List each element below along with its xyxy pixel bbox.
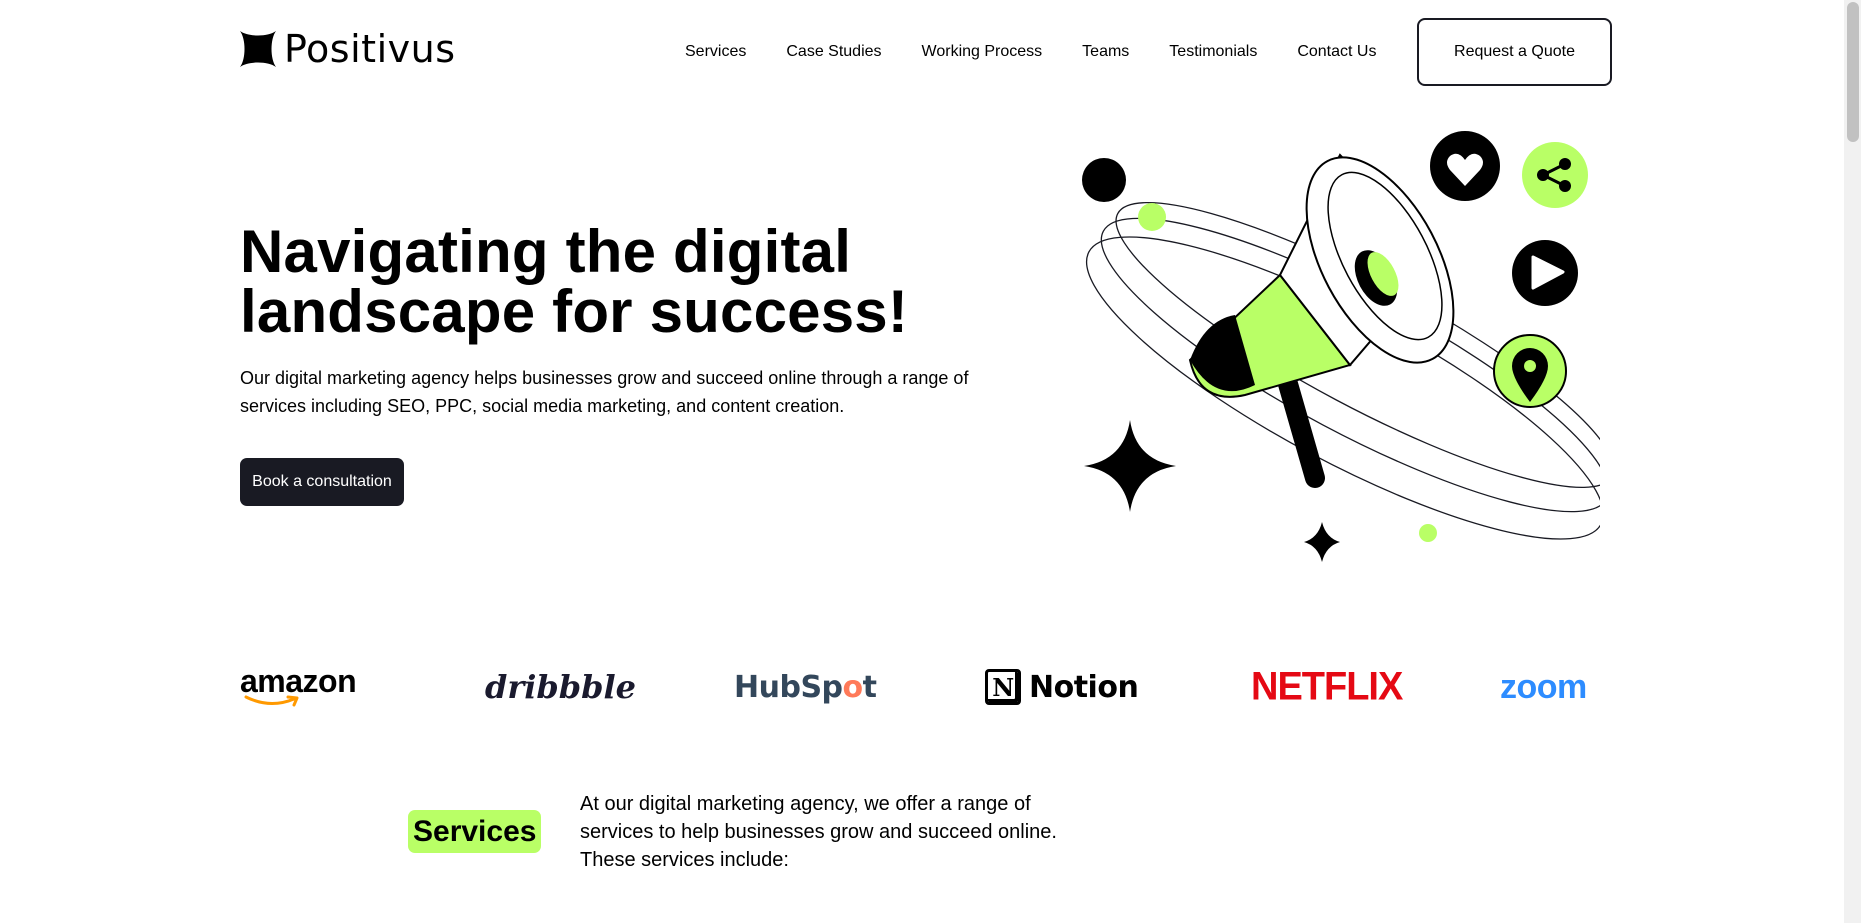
nav-item-case-studies[interactable]: Case Studies [786,42,881,62]
hero-title-line-1: Navigating the digital [240,218,852,285]
logo-text: Positivus [284,27,456,71]
netflix-logo: NETFLIX [1251,664,1403,709]
page: Positivus Services Case Studies Working … [0,0,1861,923]
hubspot-logo: HubSp o t [734,662,877,712]
nav-item-working-process[interactable]: Working Process [922,42,1043,62]
nav-item-contact-us[interactable]: Contact Us [1297,42,1376,62]
hero-title-line-2: landscape for success! [240,278,909,345]
positivus-star-icon [240,31,276,67]
location-pin-icon [1493,334,1567,408]
play-icon [1512,240,1578,306]
nav-item-teams[interactable]: Teams [1082,42,1129,62]
book-consultation-button[interactable]: Book a consultation [240,458,404,506]
services-heading-tag: Services [408,810,542,853]
notion-mark-icon: N [985,669,1021,705]
brand-logo[interactable]: Positivus [240,30,456,68]
hubspot-wordmark-part-2: t [862,669,877,705]
scrollbar-thumb[interactable] [1847,2,1859,142]
green-dot-small-decoration [1419,524,1437,542]
megaphone-illustration [1082,131,1600,562]
hero-description: Our digital marketing agency helps busin… [240,368,969,416]
black-dot-decoration [1082,158,1126,202]
page-scrollbar[interactable] [1844,0,1861,923]
main-nav: Services Case Studies Working Process Te… [685,42,1376,62]
hero-title: Navigating the digital landscape for suc… [240,222,960,342]
sparkle-icon [1084,420,1176,512]
amazon-smile-icon [244,695,299,707]
notion-logo: N Notion [985,662,1139,712]
heart-icon [1430,131,1500,201]
share-icon [1522,142,1588,208]
amazon-wordmark: amazon [240,663,357,699]
client-logos: amazon dribbble HubSp o t N Notion NETFLIX… [240,662,1612,712]
dribbble-logo: dribbble [485,668,637,706]
nav-item-testimonials[interactable]: Testimonials [1169,42,1257,62]
amazon-logo: amazon [240,662,357,712]
request-quote-button[interactable]: Request a Quote [1417,18,1612,86]
nav-item-services[interactable]: Services [685,42,746,62]
zoom-logo: zoom [1500,667,1587,706]
hubspot-wordmark-part-1: HubSp [734,669,843,705]
green-dot-decoration [1138,203,1166,231]
services-description: At our digital marketing agency, we offe… [580,793,1057,871]
sparkle-small-icon [1304,522,1340,562]
hubspot-sprocket-icon: o [842,669,864,705]
notion-wordmark: Notion [1029,669,1139,705]
